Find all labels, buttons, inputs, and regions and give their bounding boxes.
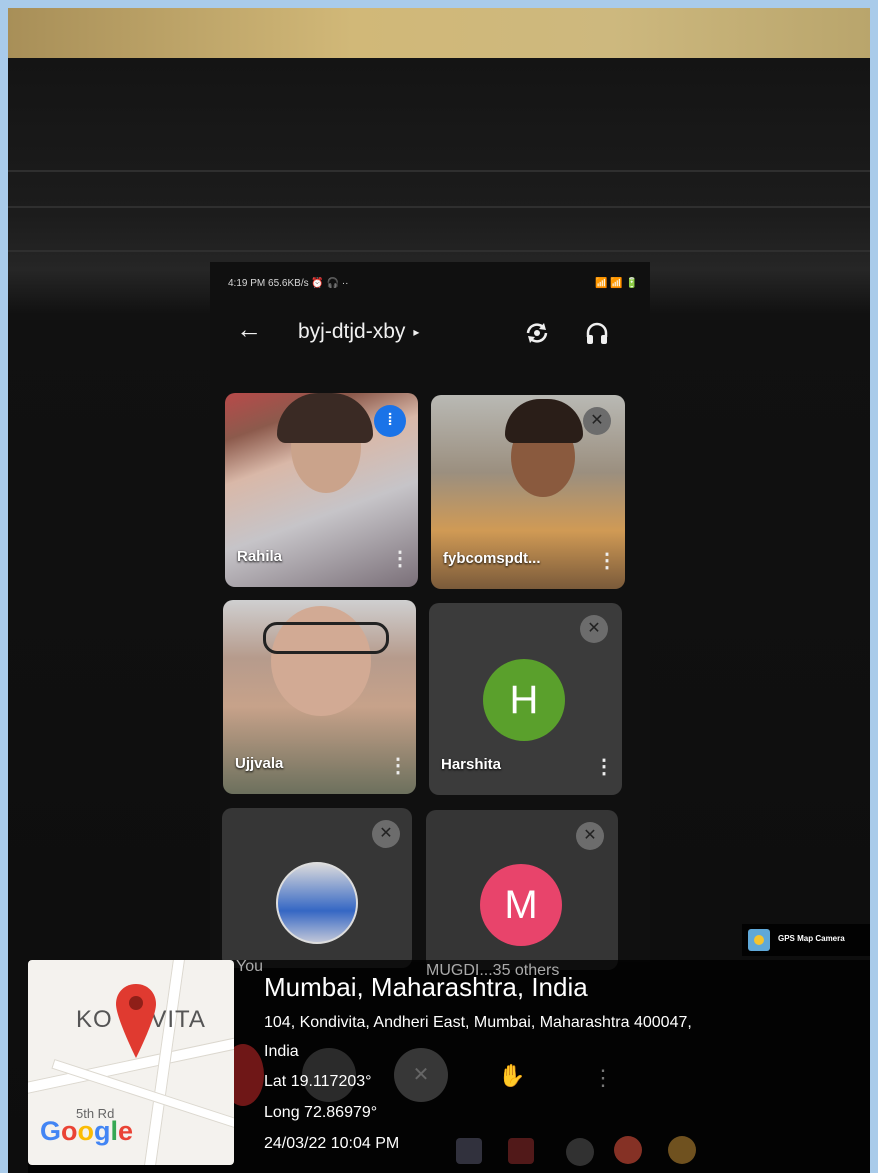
participant-name: fybcomspdt... bbox=[443, 550, 541, 567]
screen-line bbox=[8, 206, 870, 208]
google-logo: Google bbox=[40, 1116, 134, 1146]
participant-tile-fybcomspdt[interactable]: ✕ fybcomspdt... ⋮ bbox=[431, 395, 625, 589]
gps-camera-label: GPS Map Camera bbox=[778, 934, 845, 943]
map-thumbnail: KO IVITA 5th Rd Google bbox=[28, 960, 234, 1165]
participant-name: Harshita bbox=[441, 756, 502, 773]
avatar bbox=[276, 862, 358, 944]
mic-off-icon: ✕ bbox=[576, 822, 604, 850]
caret-right-icon: ▸ bbox=[413, 325, 420, 340]
taskbar-icon bbox=[566, 1138, 594, 1166]
date-time: 24/03/22 10:04 PM bbox=[264, 1135, 400, 1152]
avatar: H bbox=[483, 659, 565, 741]
address-line-2: India bbox=[264, 1043, 299, 1060]
participant-tile-ujjvala[interactable]: Ujjvala ⋮ bbox=[223, 600, 416, 794]
meeting-header: ← byj-dtjd-xby ▸ bbox=[228, 310, 638, 354]
back-arrow-icon[interactable]: ← bbox=[236, 316, 262, 342]
more-options-icon[interactable]: ⋮ bbox=[390, 549, 410, 569]
raise-hand-icon[interactable]: ✋ bbox=[494, 1058, 530, 1094]
avatar: M bbox=[480, 864, 562, 946]
mic-toggle-button[interactable]: ✕ bbox=[394, 1048, 448, 1102]
speaking-indicator-icon: ⦙ bbox=[374, 405, 406, 437]
status-left: 4:19 PM 65.6KB/s ⏰ 🎧 ·· bbox=[228, 278, 349, 289]
address-line-1: 104, Kondivita, Andheri East, Mumbai, Ma… bbox=[264, 1014, 692, 1031]
screen-line bbox=[8, 250, 870, 252]
self-name-label: You bbox=[236, 958, 263, 975]
taskbar-icon bbox=[668, 1136, 696, 1164]
mic-off-icon: ✕ bbox=[580, 615, 608, 643]
latitude: Lat 19.117203° bbox=[264, 1073, 372, 1090]
participant-tile-rahila[interactable]: ⦙ Rahila ⋮ bbox=[225, 393, 418, 587]
gps-camera-badge: GPS Map Camera bbox=[742, 924, 870, 956]
meeting-code[interactable]: byj-dtjd-xby ▸ bbox=[298, 320, 419, 344]
participant-name: Rahila bbox=[237, 548, 283, 565]
taskbar-icon bbox=[614, 1136, 642, 1164]
map-pin-icon bbox=[116, 984, 156, 1058]
more-options-icon[interactable]: ⋮ bbox=[597, 551, 617, 571]
participant-hair bbox=[505, 399, 583, 443]
taskbar-icon bbox=[456, 1138, 482, 1164]
status-bar: 4:19 PM 65.6KB/s ⏰ 🎧 ·· 📶 📶 🔋 bbox=[228, 276, 638, 294]
longitude: Long 72.86979° bbox=[264, 1104, 378, 1121]
participant-glasses bbox=[263, 622, 389, 654]
switch-camera-icon[interactable] bbox=[524, 320, 550, 346]
status-right: 📶 📶 🔋 bbox=[595, 278, 638, 289]
gps-camera-icon bbox=[748, 929, 770, 951]
meeting-code-text: byj-dtjd-xby bbox=[298, 320, 406, 343]
mic-off-icon: ✕ bbox=[372, 820, 400, 848]
participant-tile-harshita[interactable]: ✕ H Harshita ⋮ bbox=[429, 603, 622, 795]
more-options-icon[interactable]: ⋮ bbox=[388, 756, 408, 776]
taskbar-icon bbox=[508, 1138, 534, 1164]
map-area-label-left: KO bbox=[76, 1006, 113, 1033]
more-options-icon[interactable]: ⋮ bbox=[594, 757, 614, 777]
participant-tile-others[interactable]: ✕ M bbox=[426, 810, 618, 970]
location-title: Mumbai, Maharashtra, India bbox=[264, 972, 588, 1002]
more-options-icon[interactable]: ⋮ bbox=[588, 1060, 618, 1096]
mic-off-icon: ✕ bbox=[583, 407, 611, 435]
participant-hair bbox=[277, 393, 373, 443]
headphones-icon[interactable] bbox=[584, 320, 610, 346]
screen-line bbox=[8, 170, 870, 172]
participant-tile-you[interactable]: ✕ bbox=[222, 808, 412, 968]
participant-name: Ujjvala bbox=[235, 755, 284, 772]
